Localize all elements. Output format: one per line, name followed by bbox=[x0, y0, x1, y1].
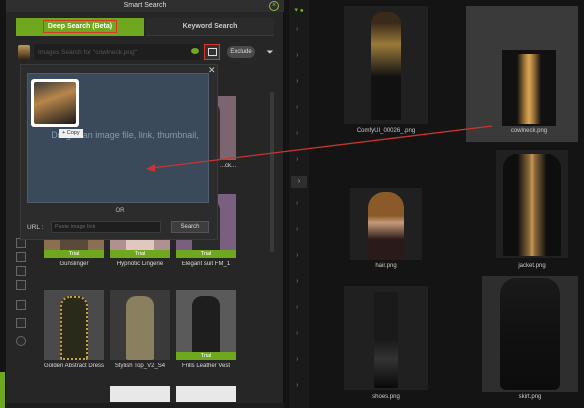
drag-arrow bbox=[146, 125, 493, 172]
